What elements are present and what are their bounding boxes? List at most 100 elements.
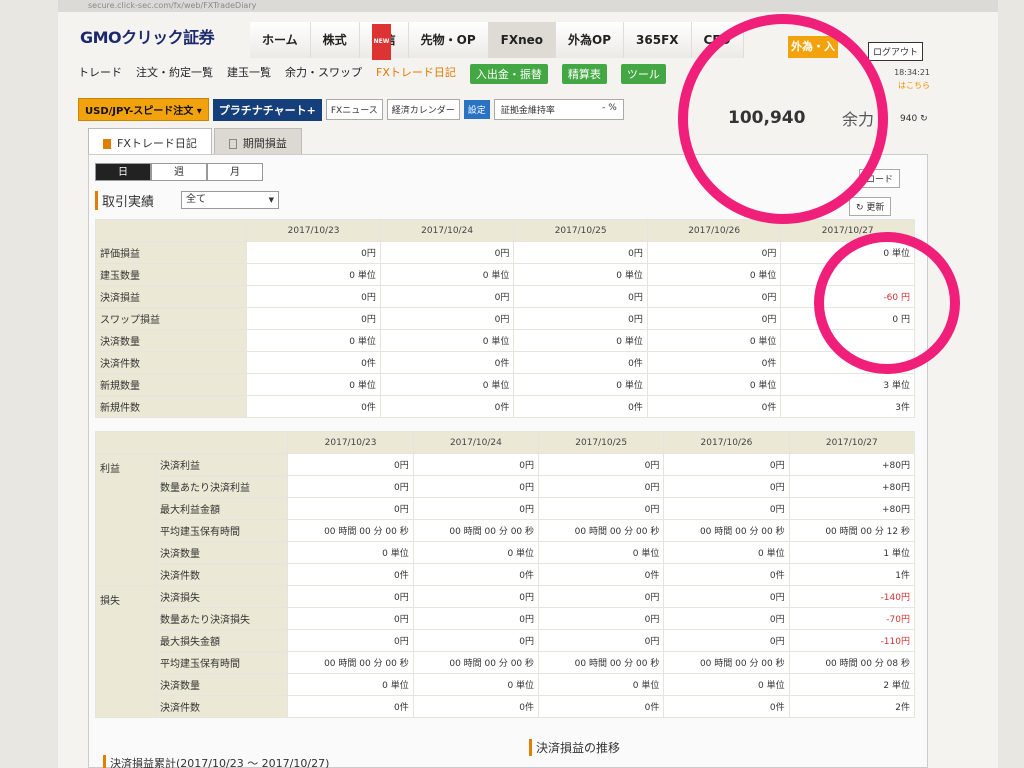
tab-period-pl-label: 期間損益	[242, 137, 287, 150]
value-cell: 00 時間 00 分 00 秒	[663, 519, 790, 542]
refresh-icon[interactable]: ↻	[920, 114, 928, 124]
nav-futures[interactable]: 先物・OP	[408, 22, 489, 58]
value-cell: 0円	[513, 285, 648, 308]
refresh-label: 更新	[866, 203, 885, 213]
corner-cell	[94, 219, 248, 242]
settings-button[interactable]: 設定	[463, 100, 490, 119]
table-row: 決済損益 0円 0円 0円 0円 -60 円	[94, 285, 915, 308]
value-cell: 0 単位	[379, 373, 515, 396]
table-row: 平均建玉保有時間 00 時間 00 分 00 秒 00 時間 00 分 00 秒 00…	[96, 519, 916, 542]
nav-fund[interactable]: NEW 投信	[359, 22, 409, 60]
seg-month[interactable]: 月	[207, 163, 263, 181]
date-header: 2017/10/25	[513, 219, 648, 242]
date-header: 2017/10/27	[788, 431, 916, 454]
subnav-orders[interactable]: 注文・約定一覧	[136, 64, 213, 84]
platinum-chart-button[interactable]: プラチナチャート+	[212, 98, 322, 121]
tools-button[interactable]: ツール	[620, 64, 666, 84]
value-cell: 0円	[246, 285, 381, 308]
table-row: 数量あたり決済利益 0円 0円 0円 0円 +80円	[96, 475, 916, 498]
row-label: 決済数量	[154, 541, 289, 564]
url-bar[interactable]: secure.click-sec.com/fx/web/FXTradeDiary	[58, 0, 998, 12]
diary-panel: 日 週 月 ロード ↻ 更新 取引実績 全て ▼ 2017/10/23 2017/1…	[88, 154, 928, 768]
seg-week[interactable]: 週	[151, 163, 207, 181]
nav-home[interactable]: ホーム	[250, 22, 311, 58]
value-cell: -70円	[788, 607, 916, 630]
value-cell: 0 単位	[412, 541, 540, 564]
nav-fxneo[interactable]: FXneo	[488, 22, 557, 58]
group-label-loss: 損失	[95, 585, 156, 718]
nav-stock[interactable]: 株式	[310, 22, 360, 58]
value-cell: 00 時間 00 分 00 秒	[412, 651, 540, 674]
row-label: 決済利益	[154, 453, 289, 476]
value-cell: 0 単位	[246, 263, 381, 286]
logout-button[interactable]: ログアウト	[868, 42, 924, 61]
row-label: 決済件数	[154, 695, 289, 718]
row-label: 評価損益	[94, 241, 248, 264]
value-cell: 0 単位	[646, 373, 782, 396]
tab-fx-diary[interactable]: FXトレード日記	[88, 128, 212, 157]
value-cell: 0 単位	[513, 329, 648, 352]
subnav-margin-swap[interactable]: 余力・スワップ	[285, 64, 362, 84]
table-row: 新規数量 0 単位 0 単位 0 単位 0 単位 3 単位	[94, 373, 915, 396]
row-label: 平均建玉保有時間	[154, 651, 289, 674]
deposit-transfer-button[interactable]: 入出金・振替	[469, 64, 548, 84]
row-label: 決済件数	[94, 351, 248, 374]
nav-365fx[interactable]: 365FX	[624, 22, 692, 58]
balance-small: 940 ↻	[900, 114, 928, 124]
speed-order-button[interactable]: USD/JPY-スピード注文 ▾	[78, 98, 209, 121]
value-cell: 1件	[788, 563, 916, 586]
value-cell: 00 時間 00 分 00 秒	[538, 651, 665, 674]
subnav-trade[interactable]: トレード	[78, 64, 122, 84]
dropdown-arrow-icon: ▼	[268, 196, 274, 204]
filter-select[interactable]: 全て ▼	[181, 191, 279, 209]
value-cell: 0円	[246, 241, 381, 264]
settlement-button[interactable]: 精算表	[561, 64, 607, 84]
speed-order-label: USD/JPY-スピード注文	[85, 106, 194, 117]
date-header: 2017/10/26	[663, 431, 790, 454]
nav-fxop[interactable]: 外為OP	[556, 22, 625, 58]
value-cell: 0円	[663, 497, 790, 520]
margin-ratio-label: 証拠金維持率	[500, 106, 555, 116]
subnav-fx-diary[interactable]: FXトレード日記	[376, 64, 456, 84]
table-row: 決済件数 0件 0件 0件 0件 2件	[96, 695, 916, 718]
economic-calendar-button[interactable]: 経済カレンダー	[386, 99, 460, 120]
value-cell: 0円	[412, 585, 540, 608]
subnav-positions[interactable]: 建玉一覧	[227, 64, 271, 84]
row-label: 平均建玉保有時間	[154, 519, 289, 542]
value-cell: 0円	[538, 585, 665, 608]
table-row: 決済件数 0件 0件 0件 0件	[94, 351, 915, 374]
value-cell: 0件	[246, 351, 381, 374]
row-label: 数量あたり決済損失	[154, 607, 289, 630]
value-cell: 0 単位	[379, 263, 515, 286]
info-link[interactable]: はこちら	[898, 80, 930, 91]
table-row: 建玉数量 0 単位 0 単位 0 単位 0 単位	[94, 263, 915, 286]
row-label: 決済損益	[94, 285, 248, 308]
table-row: 平均建玉保有時間 00 時間 00 分 00 秒 00 時間 00 分 00 秒 00…	[96, 651, 916, 674]
value-cell: 0円	[538, 629, 665, 652]
value-cell: 0円	[287, 475, 414, 498]
value-cell: 0件	[287, 563, 414, 586]
gmo-logo[interactable]: GMOクリック証券	[80, 24, 215, 48]
table-row: 決済数量 0 単位 0 単位 0 単位 0 単位 1 単位	[96, 541, 916, 564]
table-row: 決済件数 0件 0件 0件 0件 1件	[96, 563, 916, 586]
seg-day[interactable]: 日	[95, 163, 151, 181]
value-cell: 2 単位	[788, 673, 916, 696]
value-cell: 0円	[287, 585, 414, 608]
value-cell: 0円	[379, 285, 515, 308]
fx-news-button[interactable]: FXニュース	[325, 99, 383, 120]
refresh-icon: ↻	[856, 203, 864, 213]
value-cell: 00 時間 00 分 00 秒	[538, 519, 665, 542]
value-cell: 0件	[646, 351, 782, 374]
tab-period-pl[interactable]: 期間損益	[213, 128, 302, 157]
value-cell: 0 単位	[513, 263, 648, 286]
row-label: 建玉数量	[94, 263, 248, 286]
section-title: 取引実績	[95, 191, 154, 210]
value-cell: +80円	[788, 497, 916, 520]
sub-nav: トレード 注文・約定一覧 建玉一覧 余力・スワップ FXトレード日記 入出金・振…	[78, 64, 666, 84]
table-row: 最大損失金額 0円 0円 0円 0円 -110円	[96, 629, 916, 652]
group-label-profit: 利益	[95, 453, 156, 586]
toolbar: USD/JPY-スピード注文 ▾ プラチナチャート+ FXニュース 経済カレンダ…	[78, 98, 624, 121]
refresh-button[interactable]: ↻ 更新	[849, 197, 892, 216]
value-cell: +80円	[788, 453, 916, 476]
value-cell: -140円	[788, 585, 916, 608]
